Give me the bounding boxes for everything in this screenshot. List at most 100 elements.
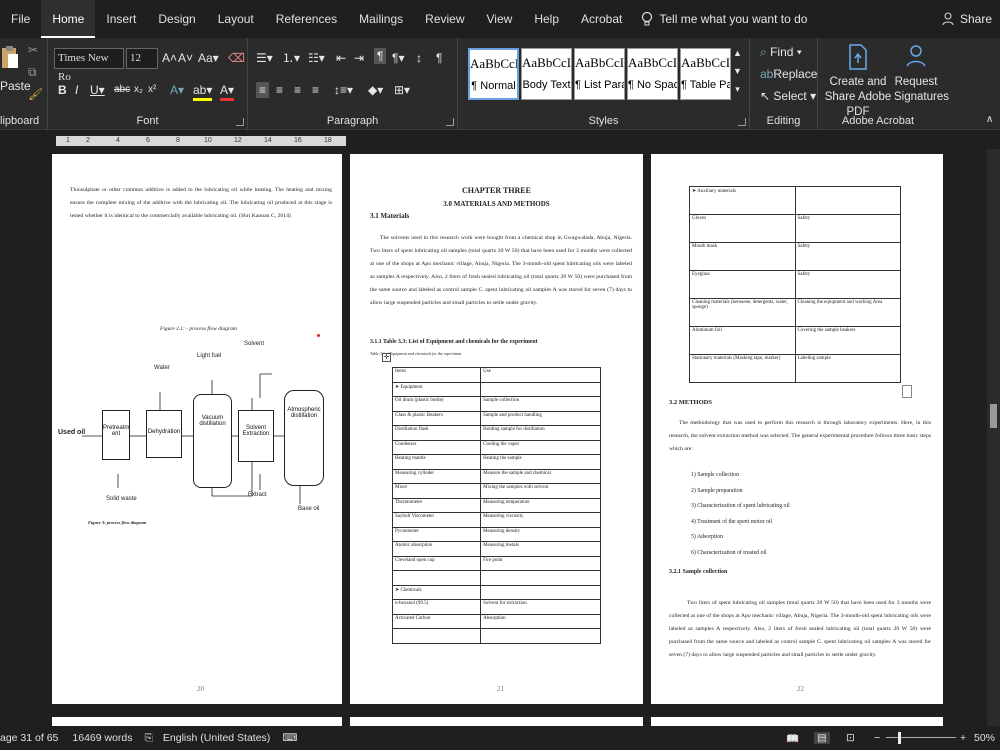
underline-icon[interactable]: U▾ <box>90 82 105 98</box>
tab-references[interactable]: References <box>265 0 348 38</box>
create-pdf-button[interactable]: Create and Share Adobe PDF <box>822 44 894 120</box>
tab-layout[interactable]: Layout <box>207 0 265 38</box>
style-normal[interactable]: AaBbCcI ¶ Normal <box>468 48 519 100</box>
strikethrough-icon[interactable]: abc <box>114 82 130 98</box>
vertical-scrollbar[interactable] <box>987 149 1000 726</box>
zoom-slider[interactable] <box>886 737 956 738</box>
select-button[interactable]: ↖ Select ▾ <box>760 88 816 104</box>
tab-insert[interactable]: Insert <box>95 0 147 38</box>
web-layout-icon[interactable]: ⊡ <box>846 732 855 744</box>
highlight-icon[interactable]: ab▾ <box>193 82 213 101</box>
font-color-icon[interactable]: A▾ <box>220 82 235 101</box>
styles-dialog-launcher-icon[interactable] <box>738 118 746 126</box>
align-right-icon[interactable]: ≡ <box>294 82 301 98</box>
styles-scroll-icon[interactable]: ▲ ▼ ▾ <box>733 44 742 98</box>
table-cell: Measuring density <box>480 526 601 542</box>
superscript-icon[interactable]: x² <box>148 82 156 98</box>
page-22[interactable]: ➤ Auxiliary materials Gloves Safety Mouth m… <box>651 154 943 704</box>
style-table-paragraph[interactable]: AaBbCcI ¶ Table Pa... <box>680 48 731 100</box>
tell-me-box[interactable]: Tell me what you want to do <box>641 11 807 27</box>
ruler-tick: 2 <box>86 137 90 144</box>
collapse-ribbon-icon[interactable]: ∧ <box>986 112 993 128</box>
change-case-icon[interactable]: Aa▾ <box>198 50 219 66</box>
tab-acrobat[interactable]: Acrobat <box>570 0 633 38</box>
ltr-icon[interactable]: ¶ <box>374 48 387 64</box>
table-row: ➤ Equipment <box>391 381 601 397</box>
word-count[interactable]: 16469 words <box>72 732 132 744</box>
shrink-font-icon[interactable]: A˅ <box>178 50 193 66</box>
italic-icon[interactable]: I <box>75 82 78 98</box>
zoom-slider-thumb[interactable] <box>898 732 901 744</box>
page-count[interactable]: age 31 of 65 <box>0 732 58 744</box>
paste-button[interactable]: Paste <box>0 78 31 94</box>
tab-review[interactable]: Review <box>414 0 475 38</box>
table-row: Thermometer Measuring temperature <box>391 497 601 513</box>
font-dialog-launcher-icon[interactable] <box>236 118 244 126</box>
line-spacing-icon[interactable]: ↕≡▾ <box>334 82 353 98</box>
paste-icon[interactable] <box>0 44 20 72</box>
page-23-top[interactable] <box>52 717 342 726</box>
zoom-in-icon[interactable]: + <box>960 732 966 744</box>
accessibility-icon[interactable]: ⌨ <box>282 732 297 744</box>
rtl-icon[interactable]: ¶▾ <box>392 50 404 66</box>
justify-icon[interactable]: ≡ <box>312 82 319 98</box>
page-20[interactable]: Thiosulphate or other common additive is… <box>52 154 342 704</box>
request-signatures-button[interactable]: Request Signatures <box>894 44 949 105</box>
sort-icon[interactable]: ↕ <box>416 50 422 66</box>
font-size-select[interactable]: 12 <box>126 48 158 69</box>
share-button[interactable]: Share <box>942 0 992 38</box>
bullets-icon[interactable]: ☰▾ <box>256 50 273 66</box>
style-list-paragraph[interactable]: AaBbCcI ¶ List Para... <box>574 48 625 100</box>
page-21[interactable]: CHAPTER THREE 3.0 MATERIALS AND METHODS … <box>350 154 643 704</box>
show-marks-icon[interactable]: ¶ <box>436 50 442 66</box>
replace-button[interactable]: abReplace <box>760 66 817 82</box>
tab-view[interactable]: View <box>476 0 524 38</box>
font-name-select[interactable]: Times New Ro <box>54 48 124 83</box>
format-painter-icon[interactable]: 🖌 <box>28 86 43 102</box>
tell-me-text: Tell me what you want to do <box>659 12 808 26</box>
document-workspace[interactable]: Thiosulphate or other common additive is… <box>0 149 987 726</box>
shading-icon[interactable]: ◆▾ <box>368 82 383 98</box>
tab-home[interactable]: Home <box>41 0 96 38</box>
cut-icon[interactable]: ✂ <box>28 42 38 58</box>
style-no-spacing[interactable]: AaBbCcI ¶ No Spac... <box>627 48 678 100</box>
bold-icon[interactable]: B <box>58 82 67 98</box>
language[interactable]: English (United States) <box>163 732 270 744</box>
tab-help[interactable]: Help <box>523 0 570 38</box>
horizontal-ruler[interactable]: 1 2 4 6 8 10 12 14 16 18 <box>0 131 1000 149</box>
tab-design[interactable]: Design <box>147 0 206 38</box>
copy-icon[interactable]: ⧉ <box>28 64 37 80</box>
proofing-icon[interactable]: ⎘ <box>145 732 153 745</box>
style-body-text[interactable]: AaBbCcI Body Text <box>521 48 572 100</box>
multilevel-list-icon[interactable]: ☷▾ <box>308 50 325 66</box>
page-24-top[interactable] <box>350 717 643 726</box>
chapter-title: CHAPTER THREE <box>462 186 531 195</box>
read-mode-icon[interactable]: 📖 <box>786 732 799 745</box>
decrease-indent-icon[interactable]: ⇤ <box>336 50 346 66</box>
tab-mailings[interactable]: Mailings <box>348 0 414 38</box>
zoom-level[interactable]: 50% <box>974 732 995 744</box>
zoom-out-icon[interactable]: − <box>874 732 880 744</box>
select-label: Select <box>773 89 807 103</box>
align-left-icon[interactable]: ≡ <box>256 82 270 98</box>
align-center-icon[interactable]: ≡ <box>276 82 283 98</box>
grow-font-icon[interactable]: A˄ <box>162 50 177 66</box>
paragraph-dialog-launcher-icon[interactable] <box>446 118 454 126</box>
print-layout-icon[interactable]: ▤ <box>814 732 830 744</box>
numbering-icon[interactable]: ⒈▾ <box>282 50 300 66</box>
ruler-bar: 1 2 4 6 8 10 12 14 16 18 <box>56 136 346 146</box>
table-move-handle-icon[interactable]: ✛ <box>382 353 391 362</box>
text-effects-icon[interactable]: A▾ <box>170 82 184 98</box>
tab-file[interactable]: File <box>0 0 41 38</box>
layout-options-icon[interactable] <box>902 385 912 398</box>
find-button[interactable]: ⌕ Find ▾ <box>760 44 802 60</box>
scrollbar-thumb[interactable] <box>990 404 997 428</box>
table-cell: Holding sample for distillation <box>480 425 601 441</box>
subscript-icon[interactable]: x₂ <box>134 82 143 98</box>
page-25-top[interactable] <box>651 717 943 726</box>
borders-icon[interactable]: ⊞▾ <box>394 82 410 98</box>
styles-label: Styles <box>588 115 619 127</box>
increase-indent-icon[interactable]: ⇥ <box>354 50 364 66</box>
style-name: ¶ List Para... <box>575 79 624 91</box>
clear-format-icon[interactable]: ⌫ <box>228 50 245 66</box>
